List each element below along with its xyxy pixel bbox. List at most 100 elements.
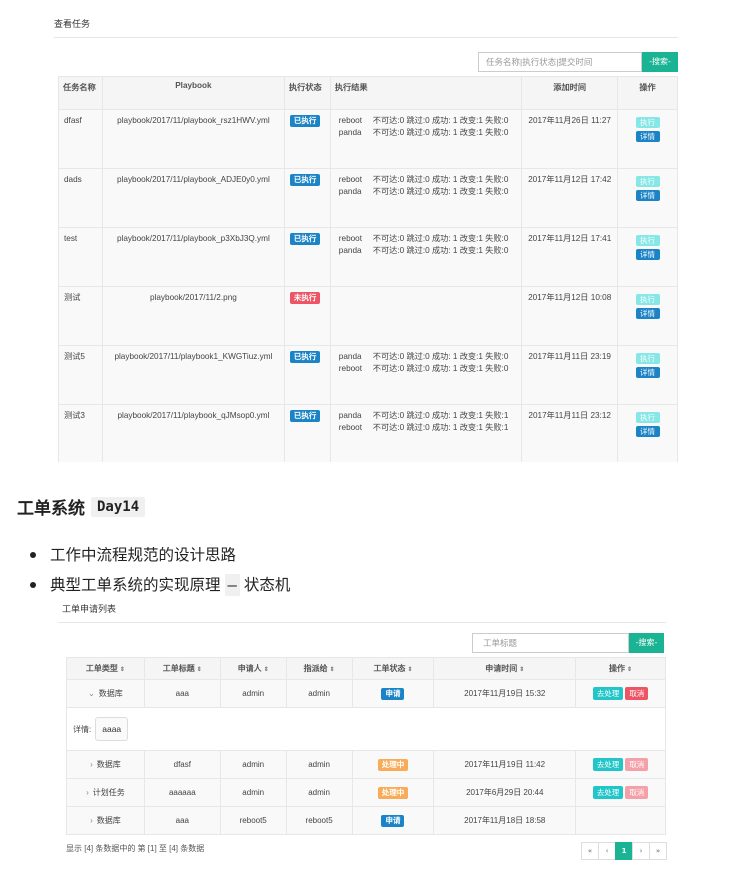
sort-icon: ⇕ (119, 667, 125, 673)
handle-button[interactable]: 去处理 (592, 786, 624, 799)
task-playbook-cell: playbook/2017/11/playbook_p3XbJ3Q.yml (101, 227, 285, 287)
result-text: 不可达:0 跳过:0 成功: 1 改变:1 失败:0 (372, 246, 509, 255)
detail-button[interactable]: 详情 (635, 308, 660, 319)
ticket-title-cell: aaa (143, 806, 221, 835)
task-result-line: reboot 不可达:0 跳过:0 成功: 1 改变:1 失败:0 (336, 363, 517, 375)
task-result-line: reboot 不可达:0 跳过:0 成功: 1 改变:1 失败:0 (336, 115, 517, 127)
task-status-cell: 已执行 (283, 345, 331, 405)
col-ticket-title[interactable]: 工单标题 ⇕ (143, 657, 221, 680)
ticket-type-cell[interactable]: › 计划任务 (66, 778, 145, 807)
result-text: 不可达:0 跳过:0 成功: 1 改变:1 失败:0 (372, 364, 509, 373)
ticket-type-cell[interactable]: › 数据库 (66, 806, 145, 835)
chevron-right-icon[interactable]: › (90, 816, 93, 825)
col-ticket-operation[interactable]: 操作 ⇕ (575, 657, 666, 680)
column-label: 操作 (609, 664, 626, 673)
task-row: 测试5 playbook/2017/11/playbook1_KWGTiuz.ym… (58, 345, 678, 405)
ticket-type-text: 数据库 (96, 760, 121, 769)
heading-day-code: Day14 (91, 496, 146, 517)
execute-button[interactable]: 执行 (635, 412, 660, 423)
col-operation: 操作 (617, 76, 678, 110)
ticket-table-header: 工单类型 ⇕ 工单标题 ⇕ 申请人 ⇕ 指派给 ⇕ 工单状态 ⇕ 申请时间 ⇕ 操作 ⇕ (66, 657, 666, 680)
task-status-badge: 已执行 (289, 351, 321, 363)
ticket-title-cell: aaaaaa (143, 778, 221, 807)
ticket-applicant-cell: admin (219, 750, 287, 779)
col-assignee[interactable]: 指派给 ⇕ (285, 657, 353, 680)
next-page-button[interactable]: › (632, 842, 650, 860)
detail-button[interactable]: 详情 (635, 367, 660, 378)
ticket-status-badge: 处理中 (377, 786, 409, 799)
col-applicant[interactable]: 申请人 ⇕ (219, 657, 287, 680)
ticket-search-button[interactable]: -搜索- (629, 633, 664, 653)
ticket-detail-row: 详情: aaaa (66, 707, 666, 751)
task-operation-cell: 执行 详情 (617, 345, 678, 405)
result-text: 不可达:0 跳过:0 成功: 1 改变:1 失败:0 (372, 116, 509, 125)
last-page-button[interactable]: » (649, 842, 667, 860)
ticket-status-cell: 处理中 (351, 750, 435, 779)
col-ticket-type[interactable]: 工单类型 ⇕ (66, 657, 145, 680)
col-apply-time[interactable]: 申请时间 ⇕ (433, 657, 577, 680)
task-time-cell: 2017年11月12日 10:08 (521, 286, 619, 346)
execute-button[interactable]: 执行 (635, 176, 660, 187)
ticket-type-cell[interactable]: › 数据库 (66, 750, 145, 779)
task-status-cell: 已执行 (283, 227, 331, 287)
ticket-type-cell[interactable]: ⌄ 数据库 (66, 679, 145, 708)
prev-page-button[interactable]: ‹ (598, 842, 616, 860)
result-text: 不可达:0 跳过:0 成功: 1 改变:1 失败:0 (372, 234, 509, 243)
handle-button[interactable]: 去处理 (592, 758, 624, 771)
chevron-right-icon[interactable]: › (86, 788, 89, 797)
ticket-search-input[interactable]: 工单标题 (472, 633, 629, 653)
ticket-operation-cell: 去处理 取消 (575, 679, 666, 708)
detail-button[interactable]: 详情 (635, 190, 660, 201)
result-text: 不可达:0 跳过:0 成功: 1 改变:1 失败:1 (372, 411, 509, 420)
ticket-row: › 数据库 aaa reboot5 reboot5 申请 2017年11月18日 18:58 (66, 806, 666, 835)
page-1-button[interactable]: 1 (615, 842, 633, 860)
task-status-cell: 已执行 (283, 168, 331, 228)
execute-button[interactable]: 执行 (635, 353, 660, 364)
task-status-badge: 已执行 (289, 233, 321, 245)
result-text: 不可达:0 跳过:0 成功: 1 改变:1 失败:0 (372, 352, 509, 361)
cancel-button[interactable]: 取消 (625, 687, 649, 700)
detail-button[interactable]: 详情 (635, 249, 660, 260)
ticket-pagination: «‹ 1 ›» (581, 842, 667, 860)
cancel-button[interactable]: 取消 (625, 758, 649, 771)
chevron-down-icon[interactable]: ⌄ (88, 689, 95, 698)
heading-text: 工单系统 (17, 499, 85, 519)
detail-button[interactable]: 详情 (635, 426, 660, 437)
task-time-cell: 2017年11月12日 17:42 (521, 168, 619, 228)
first-page-button[interactable]: « (581, 842, 599, 860)
col-ticket-status[interactable]: 工单状态 ⇕ (351, 657, 435, 680)
ticket-applicant-cell: reboot5 (219, 806, 287, 835)
ticket-title-cell: dfasf (143, 750, 221, 779)
task-list-panel: 查看任务 任务名称|执行状态|提交时间 -搜索- 任务名称 Playbook 执… (54, 12, 678, 462)
task-operation-cell: 执行 详情 (617, 109, 678, 169)
execute-button[interactable]: 执行 (635, 294, 660, 305)
sort-icon: ⇕ (263, 667, 269, 673)
task-status-badge: 已执行 (289, 410, 321, 422)
result-host: panda (338, 352, 362, 361)
column-label: 指派给 (303, 664, 328, 673)
detail-button[interactable]: 详情 (635, 131, 660, 142)
bullet-suffix: 状态机 (243, 576, 291, 594)
ticket-list-panel: 工单申请列表 工单标题 -搜索- 工单类型 ⇕ 工单标题 ⇕ 申请人 ⇕ 指派给 ⇕ 工单状态 ⇕… (58, 597, 667, 877)
task-search-button[interactable]: -搜索- (642, 52, 678, 72)
result-host: reboot (338, 364, 363, 373)
execute-button[interactable]: 执行 (635, 235, 660, 246)
cancel-button[interactable]: 取消 (625, 786, 649, 799)
task-result-cell: reboot 不可达:0 跳过:0 成功: 1 改变:1 失败:0 panda 不可达… (329, 168, 523, 228)
bullet-item: 典型工单系统的实现原理 — 状态机 (30, 570, 290, 600)
task-operation-cell: 执行 详情 (617, 227, 678, 287)
task-name-cell: test (58, 227, 103, 287)
chevron-right-icon[interactable]: › (90, 760, 93, 769)
handle-button[interactable]: 去处理 (592, 687, 624, 700)
task-search-input[interactable]: 任务名称|执行状态|提交时间 (478, 52, 642, 72)
ticket-assignee-cell: reboot5 (285, 806, 353, 835)
col-task-name: 任务名称 (58, 76, 103, 110)
column-label: 申请时间 (485, 664, 518, 673)
task-operation-cell: 执行 详情 (617, 168, 678, 228)
execute-button[interactable]: 执行 (635, 117, 660, 128)
ticket-status-badge: 申请 (381, 687, 405, 700)
task-table-container: 任务名称 Playbook 执行状态 执行结果 添加时间 操作 dfasf pla… (58, 76, 678, 462)
task-result-line: panda 不可达:0 跳过:0 成功: 1 改变:1 失败:1 (336, 410, 517, 422)
task-playbook-cell: playbook/2017/11/playbook_ADJE0y0.yml (101, 168, 285, 228)
task-playbook-cell: playbook/2017/11/playbook_rsz1HWV.yml (101, 109, 285, 169)
